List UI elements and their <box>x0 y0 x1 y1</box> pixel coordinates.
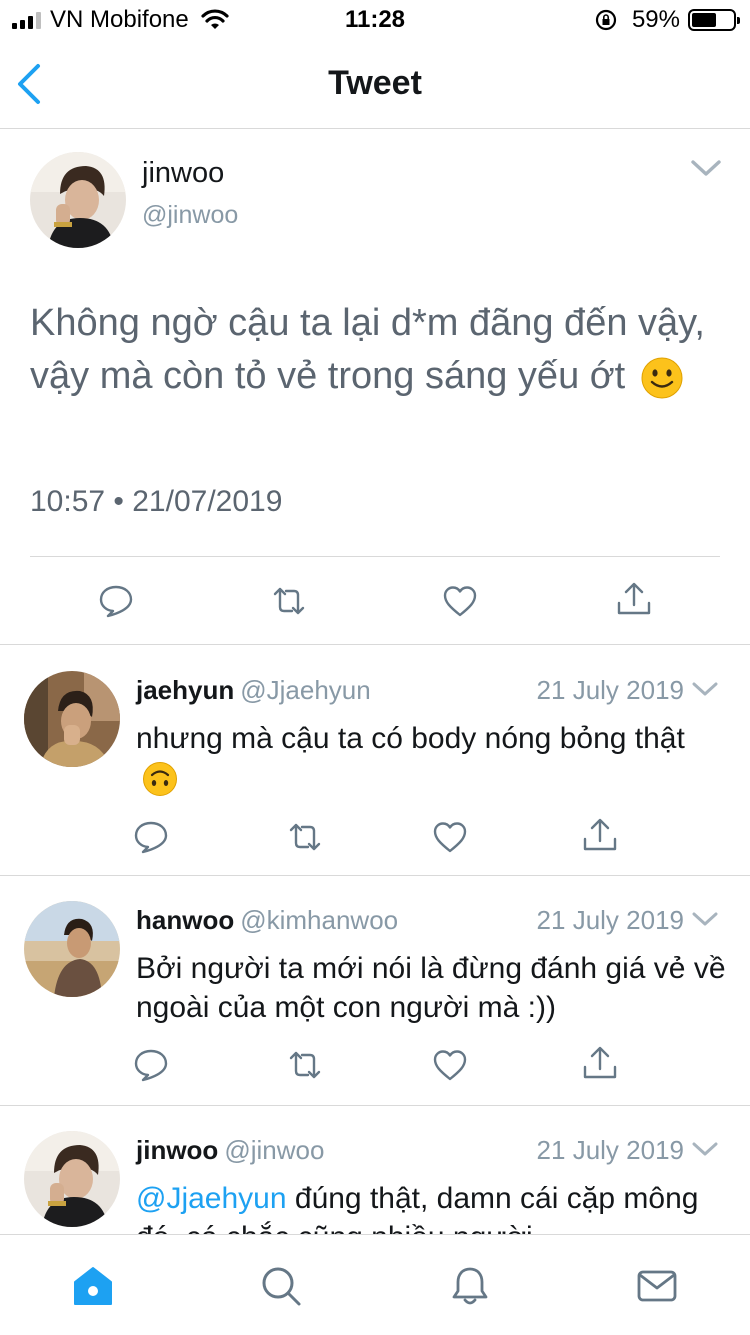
status-right: 59% <box>594 6 740 34</box>
main-tweet: jinwoo @jinwoo Không ngờ cậu ta lại d*m … <box>0 129 750 645</box>
home-icon[interactable] <box>72 1265 114 1307</box>
like-icon[interactable] <box>442 583 478 619</box>
author-name[interactable]: jaehyun @Jjaehyun <box>136 675 371 706</box>
avatar[interactable] <box>30 152 126 248</box>
chevron-down-icon[interactable] <box>692 681 718 697</box>
mention-link[interactable]: @Jjaehyun <box>136 1182 287 1215</box>
tweet-body: Không ngờ cậu ta lại d*m đãng đến vậy, v… <box>30 302 705 397</box>
author-handle: @kimhanwoo <box>240 905 399 935</box>
author-name[interactable]: jinwoo @jinwoo <box>136 1135 324 1166</box>
chevron-down-icon[interactable] <box>692 911 718 927</box>
author-display-name: hanwoo <box>136 905 235 935</box>
reply-icon[interactable] <box>133 819 169 855</box>
author-handle[interactable]: @jinwoo <box>142 201 238 230</box>
author-display-name: jinwoo <box>136 1135 219 1165</box>
tweet-text: Bởi người ta mới nói là đừng đánh giá vẻ… <box>136 952 726 1024</box>
avatar[interactable] <box>24 901 120 997</box>
messages-icon[interactable] <box>636 1265 678 1307</box>
nav-bar: Tweet <box>0 40 750 129</box>
avatar[interactable] <box>24 1131 120 1227</box>
chevron-down-icon[interactable] <box>690 158 722 178</box>
search-icon[interactable] <box>260 1265 302 1307</box>
retweet-icon[interactable] <box>287 819 323 855</box>
avatar[interactable] <box>24 671 120 767</box>
share-icon[interactable] <box>616 581 652 617</box>
divider <box>30 556 720 557</box>
chevron-down-icon[interactable] <box>692 1141 718 1157</box>
retweet-icon[interactable] <box>287 1047 323 1083</box>
share-icon[interactable] <box>582 817 618 853</box>
like-icon[interactable] <box>432 1047 468 1083</box>
notifications-icon[interactable] <box>449 1265 491 1307</box>
battery-percent: 59% <box>631 6 680 33</box>
upside-down-face-emoji-icon <box>143 762 177 797</box>
tweet-date: 21 July 2019 <box>536 905 684 935</box>
author-name[interactable]: jinwoo <box>142 157 224 190</box>
author-handle: @jinwoo <box>224 1135 325 1165</box>
status-bar: VN Mobifone 11:28 59% <box>0 0 750 40</box>
author-name[interactable]: hanwoo @kimhanwoo <box>136 905 398 936</box>
tweet-body: nhưng mà cậu ta có body nóng bỏng thật <box>136 722 685 755</box>
battery-icon <box>688 9 740 31</box>
like-icon[interactable] <box>432 819 468 855</box>
rotation-lock-icon <box>595 9 617 31</box>
page-title: Tweet <box>328 64 422 102</box>
slightly-smiling-face-emoji-icon <box>641 357 683 399</box>
share-icon[interactable] <box>582 1045 618 1081</box>
tweet-date: 21 July 2019 <box>536 1135 684 1165</box>
author-handle: @Jjaehyun <box>240 675 371 705</box>
author-display-name: jaehyun <box>136 675 235 705</box>
retweet-icon[interactable] <box>271 583 307 619</box>
reply-icon[interactable] <box>133 1047 169 1083</box>
reply-tweet[interactable]: jaehyun @Jjaehyun 21 July 2019 nhưng mà c… <box>0 645 750 876</box>
tweet-text: Không ngờ cậu ta lại d*m đãng đến vậy, v… <box>30 297 720 403</box>
tweet-timestamp[interactable]: 10:57 • 21/07/2019 <box>30 485 282 519</box>
reply-tweet[interactable]: hanwoo @kimhanwoo 21 July 2019 Bởi người … <box>0 875 750 1106</box>
reply-icon[interactable] <box>98 583 134 619</box>
tab-bar <box>0 1234 750 1335</box>
tweet-date: 21 July 2019 <box>536 675 684 705</box>
tweet-text: nhưng mà cậu ta có body nóng bỏng thật <box>136 719 726 797</box>
